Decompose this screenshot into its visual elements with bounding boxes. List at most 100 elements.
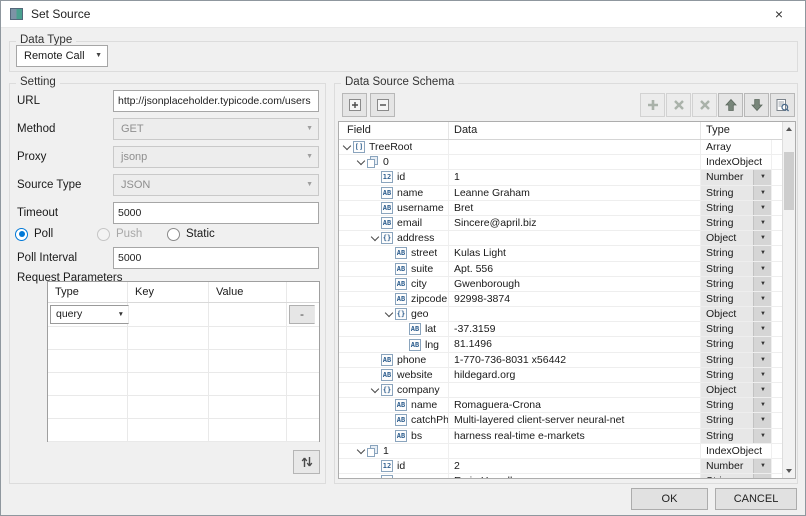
scroll-up-icon[interactable] <box>783 122 795 136</box>
field-type-select[interactable]: String▼ <box>701 262 772 276</box>
collapse-all-button[interactable] <box>370 93 395 117</box>
tree-data-cell[interactable] <box>449 155 701 169</box>
tree-row[interactable]: ABnameRomaguera-CronaString▼ <box>339 398 784 413</box>
field-type-select[interactable]: String▼ <box>701 201 772 215</box>
tree-data-cell[interactable]: Sincere@april.biz <box>449 216 701 230</box>
expand-all-button[interactable] <box>342 93 367 117</box>
tree-expander-icon[interactable] <box>355 156 367 168</box>
field-type-select[interactable]: Number▼ <box>701 170 772 184</box>
tree-data-cell[interactable] <box>449 307 701 321</box>
tree-row[interactable]: ABwebsitehildegard.orgString▼ <box>339 368 784 383</box>
tree-row[interactable]: {}addressObject▼ <box>339 231 784 246</box>
tree-data-cell[interactable] <box>449 383 701 397</box>
tree-row[interactable]: ABzipcode92998-3874String▼ <box>339 292 784 307</box>
tree-data-cell[interactable]: Kulas Light <box>449 246 701 260</box>
poll-radio[interactable]: Poll <box>15 225 53 243</box>
tree-data-cell[interactable]: hildegard.org <box>449 368 701 382</box>
scrollbar-thumb[interactable] <box>784 152 794 210</box>
tree-data-cell[interactable]: Apt. 556 <box>449 262 701 276</box>
field-type-select[interactable]: String▼ <box>701 368 772 382</box>
tree-row[interactable]: 1IndexObject <box>339 444 784 459</box>
tree-row[interactable]: 12id1Number▼ <box>339 170 784 185</box>
tree-data-cell[interactable]: 81.1496 <box>449 337 701 351</box>
tree-row[interactable]: ABusernameBretString▼ <box>339 201 784 216</box>
cancel-button[interactable]: CANCEL <box>715 488 797 510</box>
tree-row[interactable]: ABcatchPhraseMulti-layered client-server… <box>339 413 784 428</box>
preview-data-button[interactable] <box>770 93 795 117</box>
field-type-select[interactable]: String▼ <box>701 429 772 443</box>
tree-expander-icon[interactable] <box>341 141 353 153</box>
tree-row[interactable]: 12id2Number▼ <box>339 459 784 474</box>
tree-data-cell[interactable]: Leanne Graham <box>449 186 701 200</box>
tree-data-cell[interactable]: harness real-time e-markets <box>449 429 701 443</box>
field-type-select[interactable]: String▼ <box>701 353 772 367</box>
tree-row[interactable]: ABsuiteApt. 556String▼ <box>339 262 784 277</box>
field-type-select[interactable]: Number▼ <box>701 459 772 473</box>
field-type-select[interactable]: String▼ <box>701 186 772 200</box>
sort-parameters-button[interactable] <box>293 450 320 474</box>
tree-data-cell[interactable] <box>449 444 701 458</box>
param-type-select[interactable]: query ▼ <box>50 305 129 324</box>
method-select[interactable]: GET ▼ <box>113 118 319 140</box>
field-type-select[interactable]: Object▼ <box>701 307 772 321</box>
tree-data-cell[interactable]: Ervin Howell <box>449 474 701 479</box>
field-type-select[interactable]: Object▼ <box>701 383 772 397</box>
tree-expander-icon[interactable] <box>355 445 367 457</box>
tree-expander-icon[interactable] <box>383 308 395 320</box>
field-type-select[interactable]: String▼ <box>701 292 772 306</box>
field-type-select[interactable]: Object▼ <box>701 231 772 245</box>
tree-row[interactable]: ABphone1-770-736-8031 x56442String▼ <box>339 353 784 368</box>
tree-data-cell[interactable]: Gwenborough <box>449 277 701 291</box>
poll-interval-input[interactable] <box>113 247 319 269</box>
field-type-select[interactable]: String▼ <box>701 216 772 230</box>
delete-all-fields-button[interactable] <box>692 93 717 117</box>
move-up-button[interactable] <box>718 93 743 117</box>
data-type-select[interactable]: Remote Call ▼ <box>16 45 108 67</box>
delete-field-button[interactable] <box>666 93 691 117</box>
field-type-select[interactable]: String▼ <box>701 246 772 260</box>
tree-expander-icon[interactable] <box>369 384 381 396</box>
param-value-cell[interactable] <box>209 303 287 326</box>
tree-row[interactable]: []TreeRootArray <box>339 140 784 155</box>
field-type-select[interactable]: String▼ <box>701 337 772 351</box>
source-type-select[interactable]: JSON ▼ <box>113 174 319 196</box>
remove-parameter-button[interactable]: - <box>289 305 315 324</box>
tree-row[interactable]: ABstreetKulas LightString▼ <box>339 246 784 261</box>
url-input[interactable] <box>113 90 319 112</box>
tree-data-cell[interactable] <box>449 231 701 245</box>
field-type-select[interactable]: String▼ <box>701 277 772 291</box>
param-key-cell[interactable] <box>128 303 209 326</box>
move-down-button[interactable] <box>744 93 769 117</box>
tree-data-cell[interactable]: 1-770-736-8031 x56442 <box>449 353 701 367</box>
close-icon[interactable]: × <box>765 3 793 25</box>
field-type-select[interactable]: String▼ <box>701 413 772 427</box>
add-field-button[interactable] <box>640 93 665 117</box>
tree-row[interactable]: ABemailSincere@april.bizString▼ <box>339 216 784 231</box>
tree-data-cell[interactable]: 1 <box>449 170 701 184</box>
tree-data-cell[interactable]: Romaguera-Crona <box>449 398 701 412</box>
tree-row[interactable]: ABcityGwenboroughString▼ <box>339 277 784 292</box>
static-radio[interactable]: Static <box>167 225 215 243</box>
tree-data-cell[interactable]: Multi-layered client-server neural-net <box>449 413 701 427</box>
tree-expander-icon[interactable] <box>369 232 381 244</box>
tree-row[interactable]: ABbsharness real-time e-marketsString▼ <box>339 429 784 444</box>
tree-row[interactable]: ABnameLeanne GrahamString▼ <box>339 186 784 201</box>
tree-data-cell[interactable]: 92998-3874 <box>449 292 701 306</box>
scroll-down-icon[interactable] <box>783 464 795 478</box>
tree-row[interactable]: ABlat-37.3159String▼ <box>339 322 784 337</box>
field-type-select[interactable]: String▼ <box>701 474 772 479</box>
field-type-select[interactable]: String▼ <box>701 398 772 412</box>
tree-row[interactable]: ABlng81.1496String▼ <box>339 337 784 352</box>
tree-data-cell[interactable] <box>449 140 701 154</box>
tree-row[interactable]: 0IndexObject <box>339 155 784 170</box>
push-radio[interactable]: Push <box>97 225 142 243</box>
field-type-select[interactable]: String▼ <box>701 322 772 336</box>
tree-scrollbar[interactable] <box>782 122 795 478</box>
tree-data-cell[interactable]: -37.3159 <box>449 322 701 336</box>
tree-data-cell[interactable]: Bret <box>449 201 701 215</box>
ok-button[interactable]: OK <box>631 488 708 510</box>
proxy-select[interactable]: jsonp ▼ <box>113 146 319 168</box>
tree-row[interactable]: {}companyObject▼ <box>339 383 784 398</box>
timeout-input[interactable] <box>113 202 319 224</box>
tree-row[interactable]: ABnameErvin HowellString▼ <box>339 474 784 479</box>
